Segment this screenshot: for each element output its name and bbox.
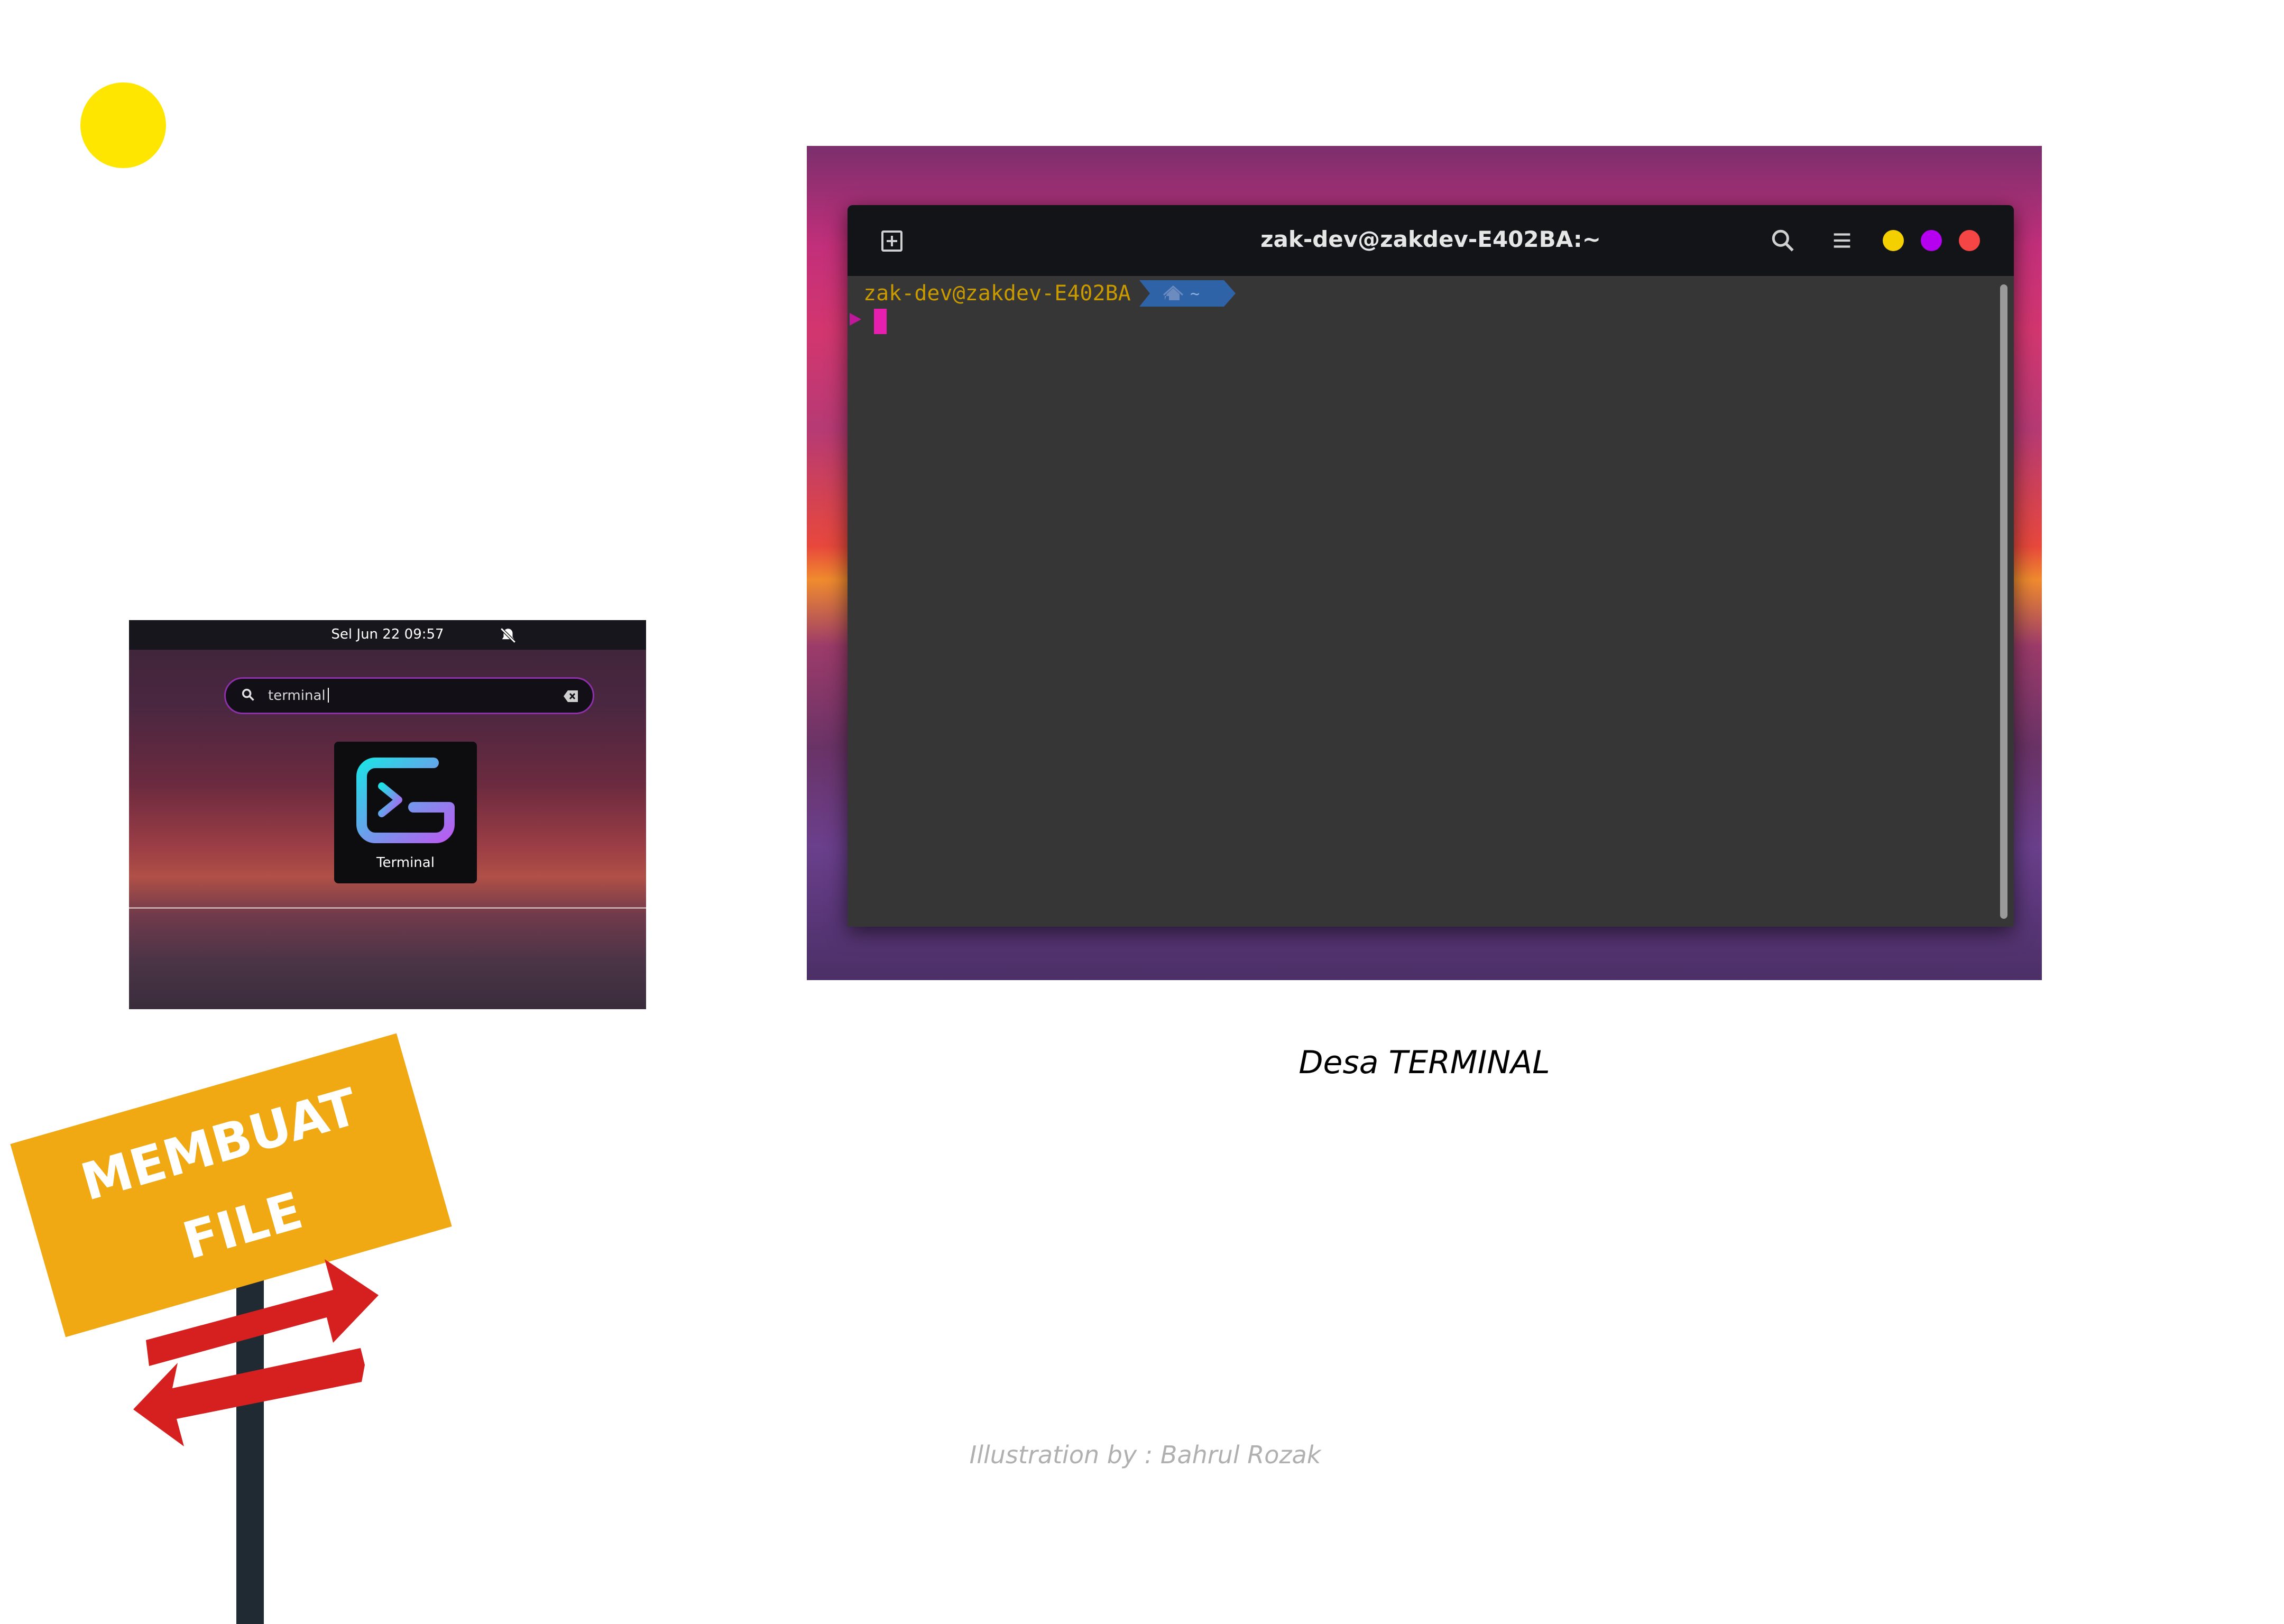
search-input[interactable]: terminal	[224, 677, 594, 714]
arrow-left	[133, 1348, 365, 1446]
notifications-off-icon[interactable]	[499, 626, 517, 644]
hamburger-menu-icon[interactable]	[1830, 228, 1854, 253]
text-caret	[327, 688, 329, 703]
top-bar: Sel Jun 22 09:57	[129, 620, 646, 650]
prompt-user-host: zak-dev@zakdev-E402BA	[863, 281, 1131, 306]
maximize-button[interactable]	[1921, 230, 1942, 251]
direction-arrows	[133, 1259, 379, 1446]
divider	[129, 907, 646, 909]
terminal-screenshot: zak-dev@zakdev-E402BA:~ zak-dev@zakdev-E…	[807, 146, 2042, 980]
terminal-app-icon	[356, 758, 455, 843]
scrollbar[interactable]	[2000, 284, 2007, 919]
app-launcher-screenshot: Sel Jun 22 09:57 terminal Terminal	[129, 620, 646, 1009]
prompt-directory-segment: ~	[1139, 280, 1236, 307]
clear-search-icon[interactable]	[563, 689, 579, 703]
terminal-cursor	[874, 309, 887, 334]
minimize-button[interactable]	[1883, 230, 1904, 251]
close-button[interactable]	[1959, 230, 1980, 251]
illustration-credit: Illustration by : Bahrul Rozak	[969, 1441, 1321, 1469]
search-icon	[242, 688, 254, 701]
yellow-dot-decoration	[80, 82, 166, 168]
search-icon[interactable]	[1770, 227, 1796, 254]
terminal-window[interactable]: zak-dev@zakdev-E402BA:~ zak-dev@zakdev-E…	[848, 205, 2014, 927]
clock: Sel Jun 22 09:57	[331, 626, 444, 642]
terminal-app-result[interactable]: Terminal	[334, 742, 477, 883]
app-label: Terminal	[376, 855, 435, 871]
search-value: terminal	[268, 688, 326, 704]
caption: Desa TERMINAL	[1298, 1044, 1550, 1081]
prompt-directory: ~	[1190, 285, 1200, 303]
arrow-right	[146, 1259, 379, 1366]
prompt-arrow-icon	[850, 313, 861, 326]
